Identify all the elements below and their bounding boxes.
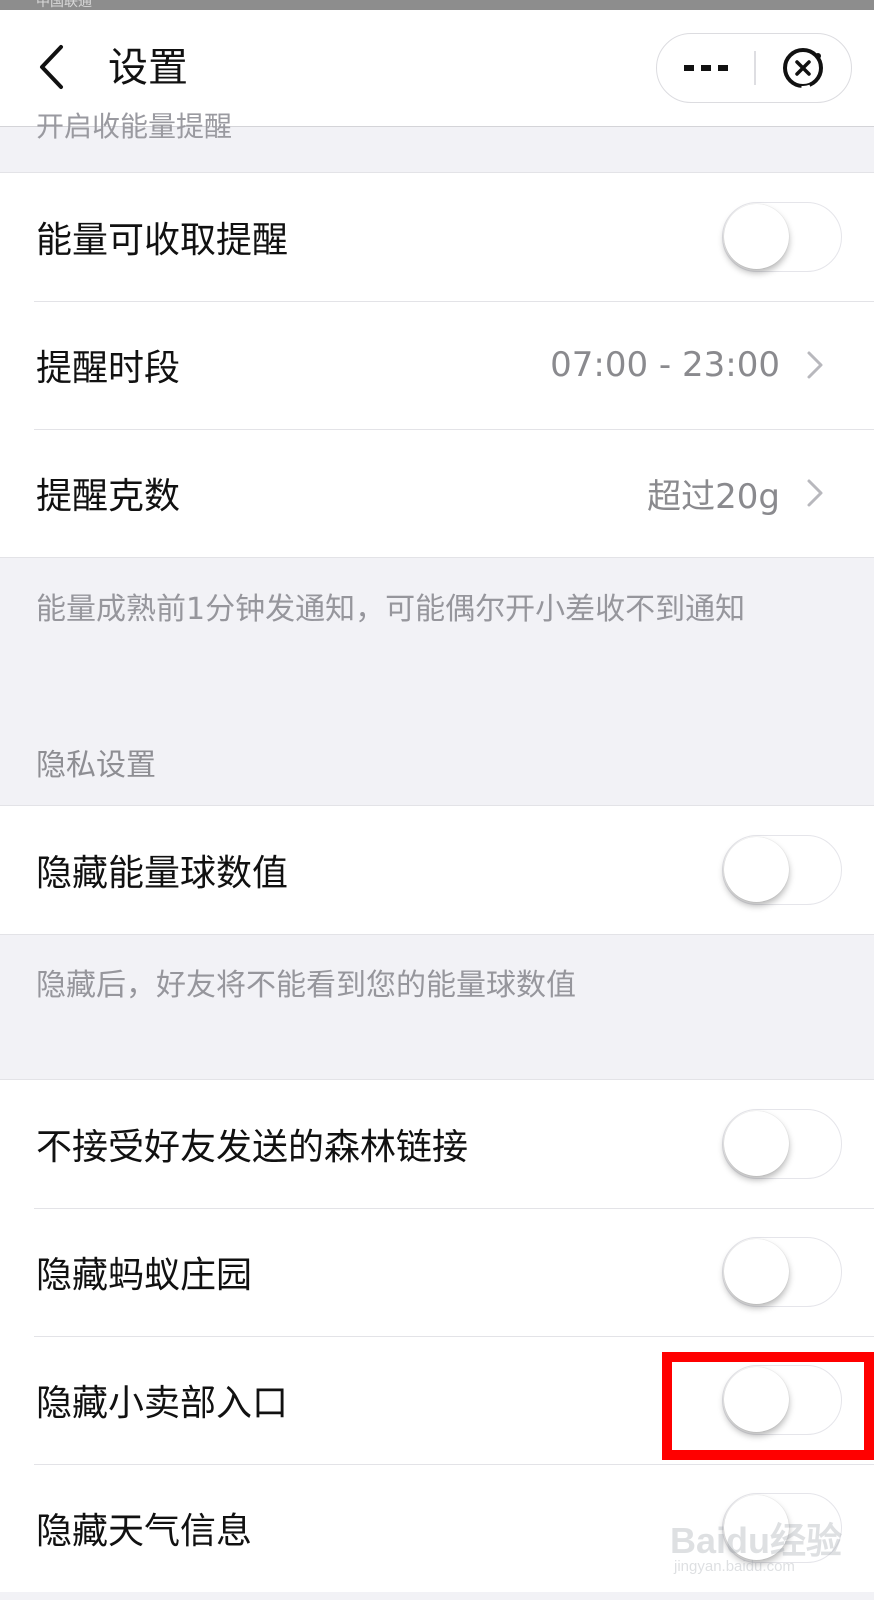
list-item-reject-forest-links: 不接受好友发送的森林链接	[0, 1080, 874, 1208]
cell-value: 07:00 - 23:00	[550, 345, 780, 385]
list-item-hide-ant-farm: 隐藏蚂蚁庄园	[0, 1208, 874, 1336]
list-item-reminder-period[interactable]: 提醒时段 07:00 - 23:00	[0, 301, 874, 429]
list-item-energy-reminder: 能量可收取提醒	[0, 173, 874, 301]
status-bar: 中国联通	[0, 0, 874, 10]
cell-label: 隐藏小卖部入口	[36, 1383, 289, 1424]
chevron-left-icon	[40, 45, 63, 89]
other-settings-group: 不接受好友发送的森林链接 隐藏蚂蚁庄园 隐藏小卖部入口 隐藏天气信息	[0, 1079, 874, 1593]
hide-ant-farm-switch[interactable]	[722, 1237, 842, 1307]
switch-knob	[724, 1111, 789, 1176]
switch-knob	[724, 204, 789, 269]
privacy-group: 隐藏能量球数值	[0, 805, 874, 935]
list-item-hide-shop-entry: 隐藏小卖部入口	[0, 1336, 874, 1464]
section-header-partial: 开启收能量提醒	[36, 110, 233, 143]
cell-label: 能量可收取提醒	[36, 220, 289, 261]
cell-label: 提醒时段	[36, 348, 181, 389]
cell-value: 超过20g	[647, 476, 780, 517]
bottom-edge	[0, 1592, 874, 1600]
energy-reminder-note: 能量成熟前1分钟发通知，可能偶尔开小差收不到通知	[36, 592, 746, 627]
energy-reminder-switch[interactable]	[722, 202, 842, 272]
cell-label: 隐藏能量球数值	[36, 853, 289, 894]
cell-label: 提醒克数	[36, 476, 181, 517]
switch-knob	[724, 1239, 789, 1304]
carrier-label: 中国联通	[36, 0, 92, 10]
list-item-reminder-grams[interactable]: 提醒克数 超过20g	[0, 429, 874, 557]
chevron-right-icon	[804, 476, 826, 510]
back-button[interactable]	[26, 38, 78, 96]
page-title: 设置	[108, 45, 188, 91]
switch-knob	[724, 837, 789, 902]
chevron-right-icon	[804, 348, 826, 382]
cell-label: 不接受好友发送的森林链接	[36, 1127, 469, 1168]
close-miniprogram-button[interactable]	[755, 34, 851, 101]
hide-energy-value-switch[interactable]	[722, 835, 842, 905]
privacy-section-header: 隐私设置	[36, 748, 156, 783]
miniprogram-close-icon	[781, 45, 825, 90]
hide-shop-entry-switch[interactable]	[722, 1365, 842, 1435]
cell-label: 隐藏蚂蚁庄园	[36, 1255, 253, 1296]
more-button[interactable]	[657, 34, 755, 101]
switch-knob	[724, 1495, 789, 1560]
ellipsis-icon	[684, 64, 728, 71]
switch-knob	[724, 1367, 789, 1432]
miniprogram-capsule	[656, 33, 852, 103]
reject-forest-links-switch[interactable]	[722, 1109, 842, 1179]
hide-weather-switch[interactable]	[722, 1493, 842, 1563]
cell-label: 隐藏天气信息	[36, 1511, 253, 1552]
list-item-hide-weather: 隐藏天气信息	[0, 1464, 874, 1592]
energy-reminder-group: 能量可收取提醒 提醒时段 07:00 - 23:00 提醒克数 超过20g	[0, 172, 874, 558]
list-item-hide-energy-value: 隐藏能量球数值	[0, 806, 874, 934]
privacy-note: 隐藏后，好友将不能看到您的能量球数值	[36, 968, 576, 1003]
